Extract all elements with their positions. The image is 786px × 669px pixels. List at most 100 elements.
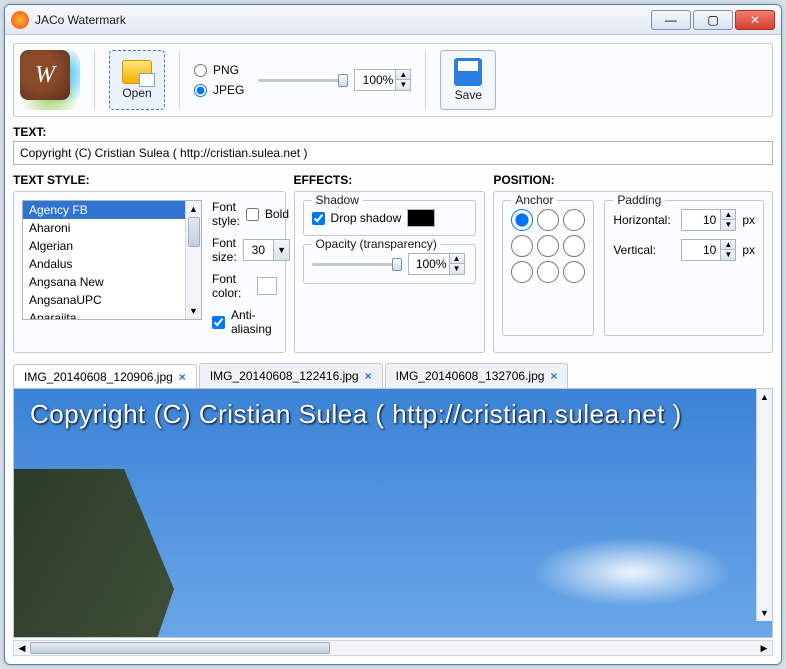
titlebar[interactable]: JACo Watermark — ▢ ✕ — [5, 5, 781, 35]
tab-close-icon[interactable]: × — [179, 370, 186, 384]
tab-close-icon[interactable]: × — [365, 369, 372, 383]
preview-area[interactable]: Copyright (C) Cristian Sulea ( http://cr… — [13, 388, 773, 638]
h-padding-spinner[interactable]: ▲▼ — [681, 209, 736, 231]
drop-shadow-checkbox[interactable] — [312, 212, 325, 225]
format-radios: PNG JPEG — [194, 63, 244, 97]
folder-icon — [122, 60, 152, 84]
font-scrollbar[interactable]: ▲ ▼ — [185, 201, 201, 319]
spin-up-icon[interactable]: ▲ — [721, 210, 735, 220]
spin-down-icon[interactable]: ▼ — [721, 250, 735, 260]
watermark-text-input[interactable] — [13, 141, 773, 165]
scroll-right-icon[interactable]: ▶ — [756, 643, 772, 654]
divider — [94, 50, 95, 110]
jpeg-radio-input[interactable] — [194, 84, 207, 97]
scroll-up-icon[interactable]: ▲ — [186, 201, 201, 217]
scroll-down-icon[interactable]: ▼ — [186, 303, 201, 319]
scroll-down-icon[interactable]: ▼ — [757, 605, 772, 621]
font-color-swatch[interactable] — [257, 277, 276, 295]
spin-up-icon[interactable]: ▲ — [450, 254, 464, 264]
tab-close-icon[interactable]: × — [550, 369, 557, 383]
bold-checkbox[interactable] — [246, 208, 259, 221]
anchor-bl[interactable] — [511, 261, 533, 283]
shadow-color-swatch[interactable] — [407, 209, 435, 227]
anchor-mr[interactable] — [563, 235, 585, 257]
anchor-tl[interactable] — [511, 209, 533, 231]
jpeg-label: JPEG — [213, 83, 244, 97]
image-tab[interactable]: IMG_20140608_122416.jpg × — [199, 363, 383, 388]
divider — [179, 50, 180, 110]
anchor-tr[interactable] — [563, 209, 585, 231]
image-tab[interactable]: IMG_20140608_120906.jpg × — [13, 364, 197, 389]
quality-spinner[interactable]: ▲ ▼ — [354, 69, 411, 91]
window-title: JACo Watermark — [35, 13, 649, 27]
opacity-fieldset: Opacity (transparency) ▲ ▼ — [303, 244, 477, 284]
image-tab[interactable]: IMG_20140608_132706.jpg × — [385, 363, 569, 388]
maximize-icon: ▢ — [707, 14, 718, 26]
padding-legend: Padding — [613, 193, 665, 207]
spin-down-icon[interactable]: ▼ — [450, 264, 464, 274]
font-item[interactable]: Angsana New — [23, 273, 201, 291]
position-panel: Anchor — [493, 191, 773, 353]
save-button[interactable]: Save — [440, 50, 496, 110]
open-label: Open — [122, 86, 151, 100]
v-padding-label: Vertical: — [613, 243, 675, 257]
anchor-br[interactable] — [563, 261, 585, 283]
png-radio[interactable]: PNG — [194, 63, 244, 77]
v-padding-input[interactable] — [682, 241, 720, 259]
v-padding-spinner[interactable]: ▲▼ — [681, 239, 736, 261]
jpeg-radio[interactable]: JPEG — [194, 83, 244, 97]
scroll-up-icon[interactable]: ▲ — [757, 389, 772, 405]
unit-label: px — [742, 213, 755, 227]
padding-fieldset: Padding Horizontal: ▲▼ px Vertical: — [604, 200, 764, 336]
spin-down-icon[interactable]: ▼ — [721, 220, 735, 230]
text-style-panel: Agency FB Aharoni Algerian Andalus Angsa… — [13, 191, 286, 353]
preview-hscrollbar[interactable]: ◀ ▶ — [13, 640, 773, 656]
shadow-legend: Shadow — [312, 193, 363, 207]
save-label: Save — [455, 88, 482, 102]
scroll-thumb[interactable] — [188, 217, 200, 247]
anchor-tc[interactable] — [537, 209, 559, 231]
spin-down-icon[interactable]: ▼ — [396, 80, 410, 90]
position-heading: POSITION: — [493, 173, 773, 187]
font-size-label: Font size: — [212, 236, 237, 264]
font-list[interactable]: Agency FB Aharoni Algerian Andalus Angsa… — [22, 200, 202, 320]
spin-up-icon[interactable]: ▲ — [396, 70, 410, 80]
close-button[interactable]: ✕ — [735, 10, 775, 30]
font-size-select[interactable]: 30 ▼ — [243, 239, 290, 261]
opacity-spinner[interactable]: ▲ ▼ — [408, 253, 465, 275]
maximize-button[interactable]: ▢ — [693, 10, 733, 30]
quality-input[interactable] — [355, 71, 395, 89]
open-button[interactable]: Open — [109, 50, 165, 110]
h-padding-label: Horizontal: — [613, 213, 675, 227]
text-heading: TEXT: — [13, 125, 773, 139]
anchor-bc[interactable] — [537, 261, 559, 283]
anchor-ml[interactable] — [511, 235, 533, 257]
image-tabs: IMG_20140608_120906.jpg × IMG_20140608_1… — [13, 363, 773, 388]
font-item[interactable]: Aharoni — [23, 219, 201, 237]
watermark-preview-text: Copyright (C) Cristian Sulea ( http://cr… — [30, 399, 682, 430]
font-item[interactable]: Andalus — [23, 255, 201, 273]
font-item[interactable]: AngsanaUPC — [23, 291, 201, 309]
slider-thumb-icon[interactable] — [392, 258, 402, 271]
logo-icon — [20, 50, 70, 100]
scroll-left-icon[interactable]: ◀ — [14, 643, 30, 654]
spin-up-icon[interactable]: ▲ — [721, 240, 735, 250]
scroll-thumb[interactable] — [30, 642, 330, 654]
quality-slider[interactable] — [258, 79, 348, 82]
preview-vscrollbar[interactable]: ▲ ▼ — [756, 389, 772, 621]
save-icon — [454, 58, 482, 86]
font-item[interactable]: Agency FB — [23, 201, 201, 219]
minimize-button[interactable]: — — [651, 10, 691, 30]
font-style-label: Font style: — [212, 200, 240, 228]
slider-thumb-icon[interactable] — [338, 74, 348, 87]
opacity-input[interactable] — [409, 255, 449, 273]
chevron-down-icon[interactable]: ▼ — [273, 240, 289, 260]
font-item[interactable]: Aparajita — [23, 309, 201, 320]
anchor-mc[interactable] — [537, 235, 559, 257]
antialias-checkbox[interactable] — [212, 316, 225, 329]
font-item[interactable]: Algerian — [23, 237, 201, 255]
effects-heading: EFFECTS: — [294, 173, 486, 187]
png-radio-input[interactable] — [194, 64, 207, 77]
opacity-slider[interactable] — [312, 263, 402, 266]
h-padding-input[interactable] — [682, 211, 720, 229]
